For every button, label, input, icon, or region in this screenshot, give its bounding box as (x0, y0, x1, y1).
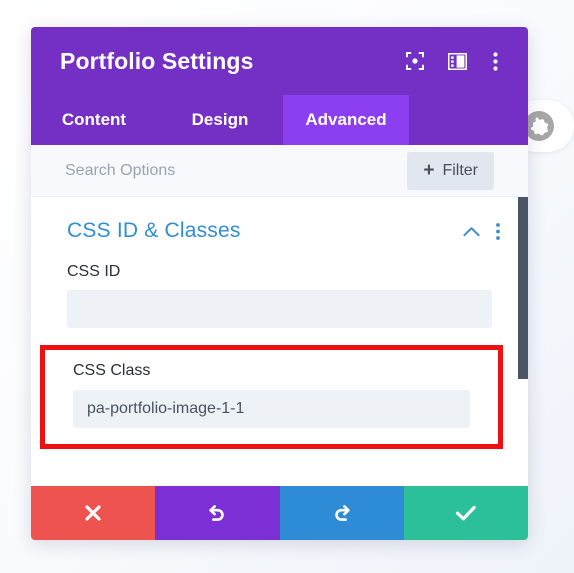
plus-icon: + (423, 160, 435, 181)
filter-button-label: Filter (442, 161, 478, 179)
css-id-input[interactable] (67, 290, 492, 328)
redo-icon (331, 502, 353, 524)
save-button[interactable] (403, 486, 528, 540)
field-css-id: CSS ID (31, 263, 528, 328)
css-class-input[interactable] (73, 390, 470, 428)
scrollbar-thumb[interactable] (518, 197, 528, 379)
close-icon (83, 503, 103, 523)
page-title: Portfolio Settings (60, 47, 254, 74)
header-actions (404, 50, 502, 72)
tab-bar-filler (409, 95, 528, 145)
focus-target-icon[interactable] (404, 50, 426, 72)
undo-icon (206, 502, 228, 524)
modal-footer (31, 486, 528, 540)
vertical-dots-icon[interactable] (488, 50, 502, 72)
tab-advanced[interactable]: Advanced (283, 95, 409, 145)
tab-design[interactable]: Design (157, 95, 283, 145)
field-label-css-class: CSS Class (73, 362, 151, 379)
cancel-button[interactable] (31, 486, 156, 540)
tab-content[interactable]: Content (31, 95, 157, 145)
section-title: CSS ID & Classes (67, 219, 241, 242)
modal-header: Portfolio Settings (31, 27, 528, 95)
undo-button[interactable] (155, 486, 280, 540)
search-row: + Filter (31, 145, 528, 197)
tab-bar: Content Design Advanced (31, 95, 528, 145)
section-controls (463, 222, 500, 240)
section-menu-vertical-dots-icon[interactable] (496, 222, 500, 240)
field-css-class: CSS Class (45, 362, 498, 428)
search-input[interactable] (65, 161, 408, 180)
scrollbar-track[interactable] (518, 197, 528, 486)
field-label-css-id: CSS ID (67, 263, 121, 280)
section-header-css-id-classes: CSS ID & Classes (31, 197, 528, 243)
globe-icon (524, 111, 554, 141)
layout-panel-icon[interactable] (446, 50, 468, 72)
modal-body: CSS ID & Classes CSS ID CSS Class pa-por… (31, 197, 528, 486)
redo-button[interactable] (279, 486, 404, 540)
filter-button[interactable]: + Filter (407, 151, 494, 190)
checkmark-icon (455, 504, 477, 522)
annotation-highlight-box: CSS Class (40, 345, 503, 449)
portfolio-settings-modal: Portfolio Settings Content Design Advanc… (31, 27, 528, 540)
chevron-up-icon[interactable] (463, 226, 480, 237)
